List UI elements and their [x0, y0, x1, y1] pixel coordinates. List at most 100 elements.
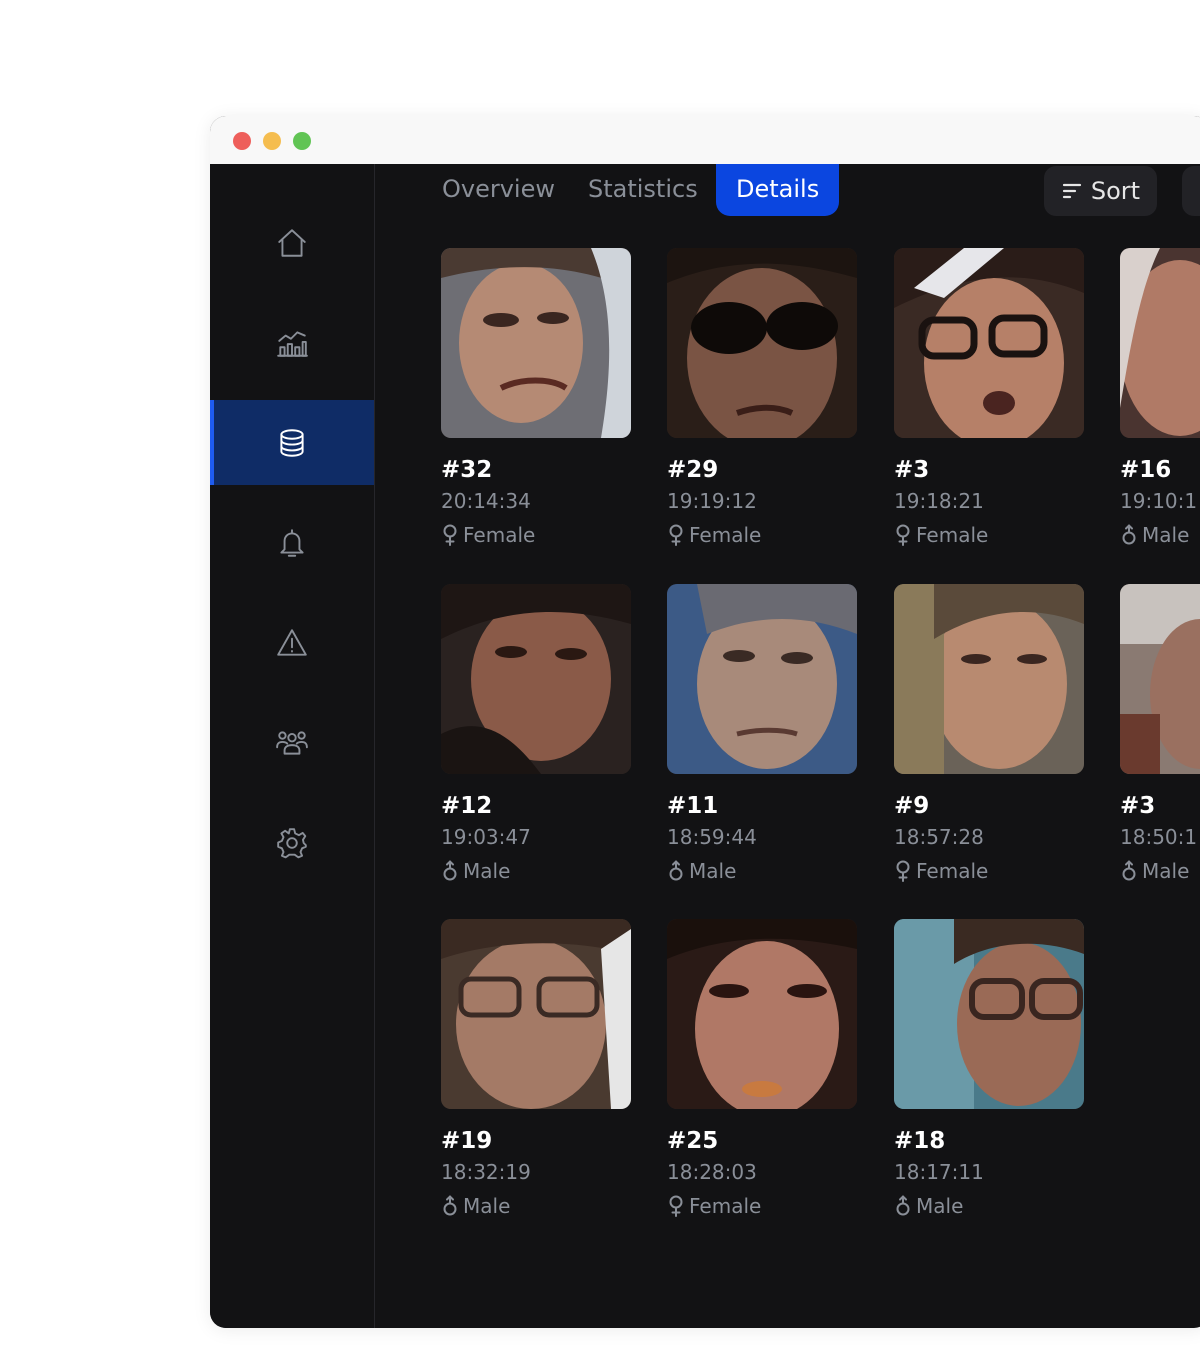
- male-icon: [896, 1195, 910, 1216]
- minimize-window-button[interactable]: [263, 132, 281, 150]
- female-icon: [669, 524, 683, 546]
- sidebar-item-people[interactable]: [210, 700, 374, 785]
- face-timestamp: 18:57:28: [894, 825, 984, 849]
- face-timestamp: 19:18:21: [894, 489, 984, 513]
- face-card[interactable]: #3 19:18:21 Female: [894, 248, 1084, 548]
- tab-overview[interactable]: Overview: [442, 164, 555, 216]
- sort-icon: [1062, 183, 1081, 199]
- face-gender: Male: [667, 858, 857, 884]
- face-thumbnail: [894, 919, 1084, 1109]
- face-timestamp: 18:32:19: [441, 1160, 531, 1184]
- face-gender: Male: [1120, 858, 1200, 884]
- face-timestamp: 18:28:03: [667, 1160, 757, 1184]
- home-icon: [278, 228, 306, 257]
- female-icon: [896, 860, 910, 882]
- tab-statistics[interactable]: Statistics: [588, 164, 698, 216]
- face-gender-label: Male: [916, 1194, 964, 1218]
- bell-icon: [280, 528, 304, 557]
- male-icon: [443, 860, 457, 881]
- male-icon: [669, 860, 683, 881]
- face-gender-label: Female: [689, 523, 762, 547]
- face-gender: Male: [1120, 522, 1200, 548]
- app-window: Overview Statistics Details Sort #32 20:…: [210, 116, 1200, 1328]
- face-gender-label: Female: [689, 1194, 762, 1218]
- male-icon: [1122, 860, 1136, 881]
- face-id: #3: [1120, 793, 1156, 819]
- face-gender: Female: [894, 522, 1084, 548]
- sidebar-item-analytics[interactable]: [210, 300, 374, 385]
- face-timestamp: 20:14:34: [441, 489, 531, 513]
- face-gender-label: Male: [689, 859, 737, 883]
- face-gender-label: Male: [1142, 523, 1190, 547]
- tab-details[interactable]: Details: [716, 164, 840, 216]
- face-gender: Female: [667, 522, 857, 548]
- sort-button[interactable]: Sort: [1044, 166, 1157, 216]
- sidebar-item-settings[interactable]: [210, 800, 374, 885]
- face-thumbnail: [441, 919, 631, 1109]
- face-id: #18: [894, 1128, 946, 1154]
- face-id: #12: [441, 793, 493, 819]
- face-card[interactable]: #25 18:28:03 Female: [667, 919, 857, 1219]
- face-card[interactable]: #9 18:57:28 Female: [894, 584, 1084, 884]
- sidebar-item-warnings[interactable]: [210, 600, 374, 685]
- face-thumbnail: [1120, 584, 1200, 774]
- sidebar-item-home[interactable]: [210, 200, 374, 285]
- face-card[interactable]: #16 19:10:1 Male: [1120, 248, 1200, 548]
- face-card[interactable]: #19 18:32:19 Male: [441, 919, 631, 1219]
- face-gender-label: Female: [916, 859, 989, 883]
- face-gender-label: Male: [1142, 859, 1190, 883]
- face-card[interactable]: #32 20:14:34 Female: [441, 248, 631, 548]
- face-gender: Female: [441, 522, 631, 548]
- female-icon: [669, 1195, 683, 1217]
- face-gender-label: Female: [463, 523, 536, 547]
- sidebar-item-alerts[interactable]: [210, 500, 374, 585]
- face-id: #16: [1120, 457, 1172, 483]
- face-thumbnail: [667, 248, 857, 438]
- face-timestamp: 19:19:12: [667, 489, 757, 513]
- face-gender: Female: [894, 858, 1084, 884]
- face-id: #3: [894, 457, 930, 483]
- face-id: #19: [441, 1128, 493, 1154]
- face-thumbnail: [667, 919, 857, 1109]
- female-icon: [896, 524, 910, 546]
- face-card[interactable]: #29 19:19:12 Female: [667, 248, 857, 548]
- face-timestamp: 19:10:1: [1120, 489, 1198, 513]
- title-bar: [210, 116, 1200, 164]
- database-icon: [280, 428, 304, 457]
- face-card[interactable]: #18 18:17:11 Male: [894, 919, 1084, 1219]
- face-card[interactable]: #12 19:03:47 Male: [441, 584, 631, 884]
- gear-icon: [277, 827, 307, 858]
- face-gender-label: Male: [463, 1194, 511, 1218]
- male-icon: [443, 1195, 457, 1216]
- face-thumbnail: [441, 248, 631, 438]
- face-timestamp: 18:50:1: [1120, 825, 1198, 849]
- warning-icon: [277, 628, 307, 656]
- face-gender: Male: [894, 1193, 1084, 1219]
- maximize-window-button[interactable]: [293, 132, 311, 150]
- face-timestamp: 19:03:47: [441, 825, 531, 849]
- toolbar-overflow-button[interactable]: [1182, 166, 1200, 216]
- face-card[interactable]: #3 18:50:1 Male: [1120, 584, 1200, 884]
- face-timestamp: 18:59:44: [667, 825, 757, 849]
- face-gender: Male: [441, 1193, 631, 1219]
- face-id: #9: [894, 793, 930, 819]
- sort-button-label: Sort: [1090, 177, 1141, 205]
- face-gender: Male: [441, 858, 631, 884]
- face-gender-label: Female: [916, 523, 989, 547]
- face-id: #32: [441, 457, 493, 483]
- face-gender: Female: [667, 1193, 857, 1219]
- face-card[interactable]: #11 18:59:44 Male: [667, 584, 857, 884]
- face-gender-label: Male: [463, 859, 511, 883]
- chart-icon: [277, 330, 308, 357]
- face-thumbnail: [1120, 248, 1200, 438]
- female-icon: [443, 524, 457, 546]
- face-thumbnail: [894, 584, 1084, 774]
- users-icon: [276, 730, 308, 755]
- sidebar: [210, 164, 375, 1328]
- close-window-button[interactable]: [233, 132, 251, 150]
- sidebar-item-database[interactable]: [210, 400, 374, 485]
- face-id: #25: [667, 1128, 719, 1154]
- male-icon: [1122, 524, 1136, 545]
- face-id: #11: [667, 793, 719, 819]
- face-timestamp: 18:17:11: [894, 1160, 984, 1184]
